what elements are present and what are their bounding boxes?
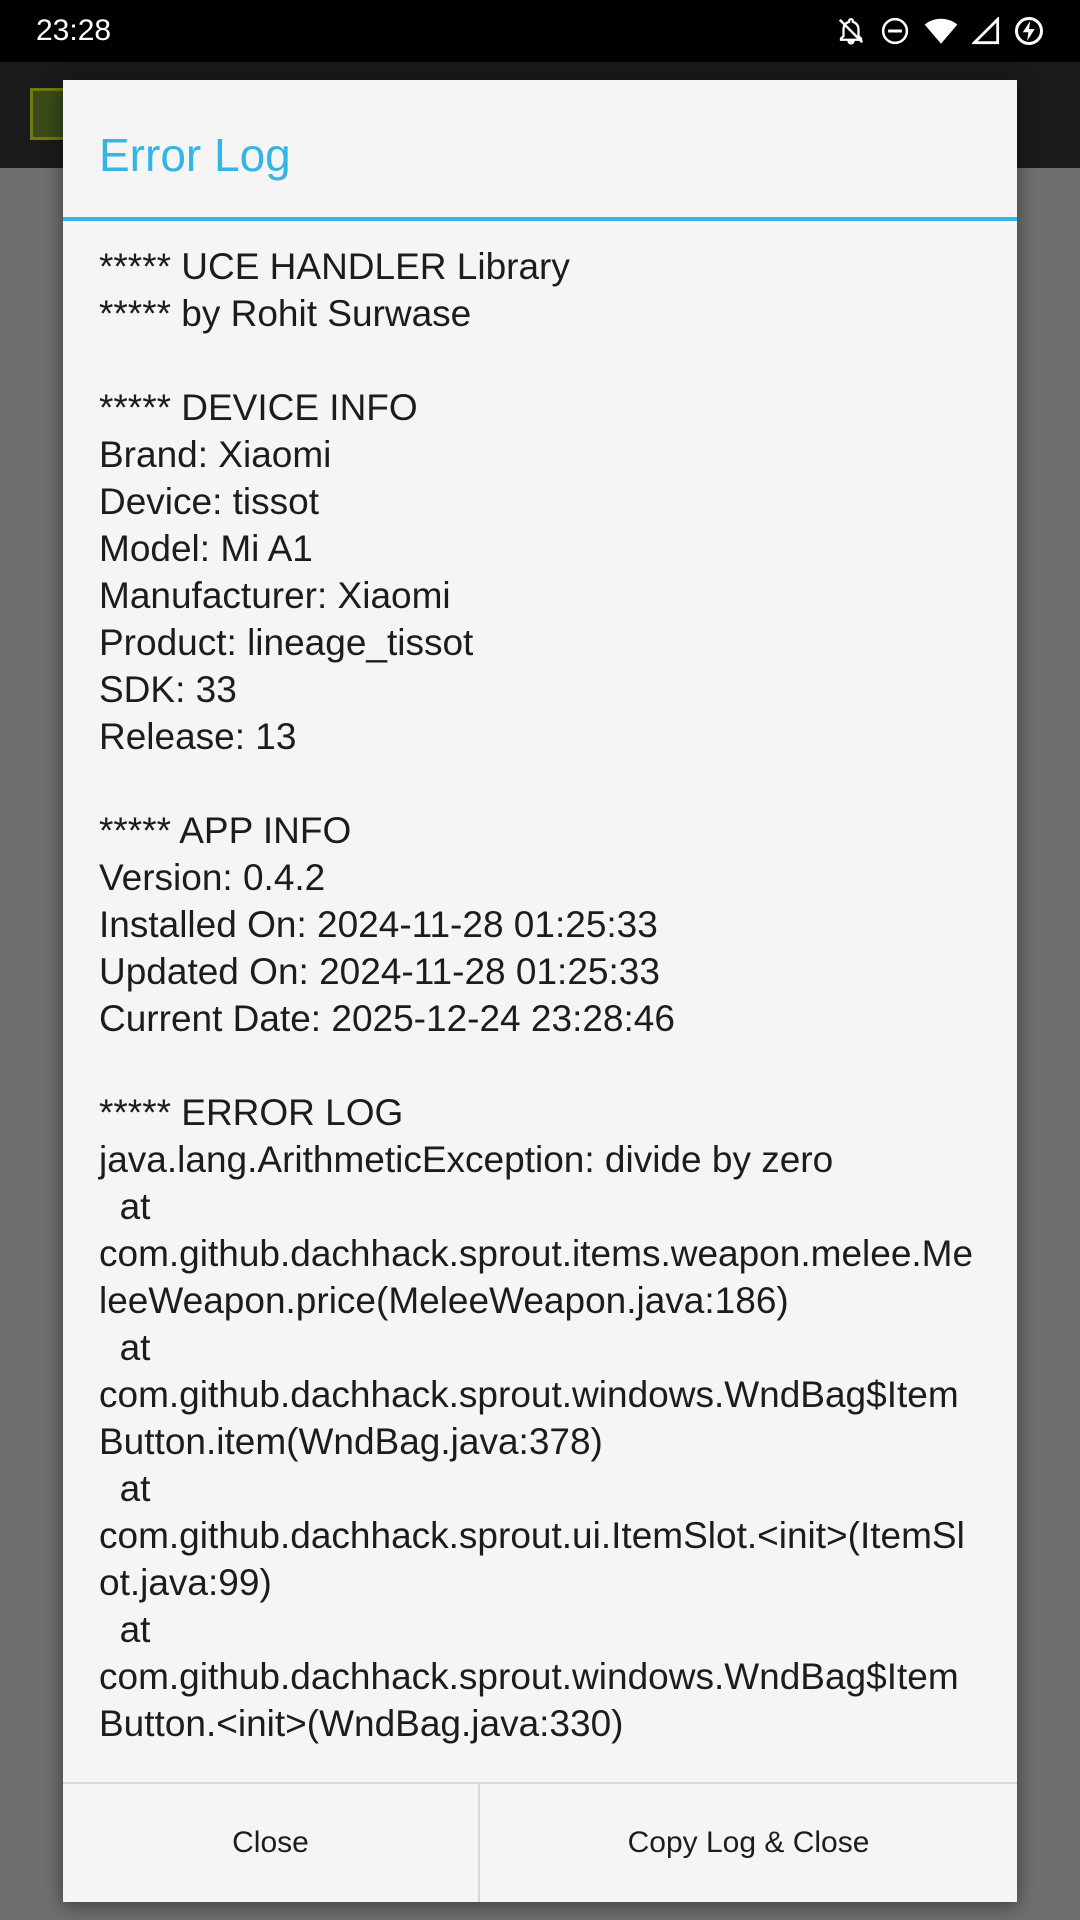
status-bar: 23:28 xyxy=(0,0,1080,62)
status-time: 23:28 xyxy=(36,14,112,47)
dialog-button-bar: Close Copy Log & Close xyxy=(63,1784,1017,1902)
status-icons xyxy=(836,16,1044,46)
battery-charging-icon xyxy=(1014,16,1044,46)
copy-log-close-button[interactable]: Copy Log & Close xyxy=(480,1784,1017,1902)
dialog-header: Error Log xyxy=(63,80,1017,221)
log-text: ***** UCE HANDLER Library ***** by Rohit… xyxy=(99,246,974,1744)
log-scroll-area[interactable]: ***** UCE HANDLER Library ***** by Rohit… xyxy=(63,221,1017,1784)
do-not-disturb-icon xyxy=(880,16,910,46)
wifi-icon xyxy=(924,16,958,46)
dialog-title: Error Log xyxy=(99,128,291,181)
cell-signal-icon xyxy=(972,17,1000,45)
notifications-off-icon xyxy=(836,16,866,46)
close-button[interactable]: Close xyxy=(63,1784,480,1902)
error-log-dialog: Error Log ***** UCE HANDLER Library ****… xyxy=(63,80,1017,1902)
